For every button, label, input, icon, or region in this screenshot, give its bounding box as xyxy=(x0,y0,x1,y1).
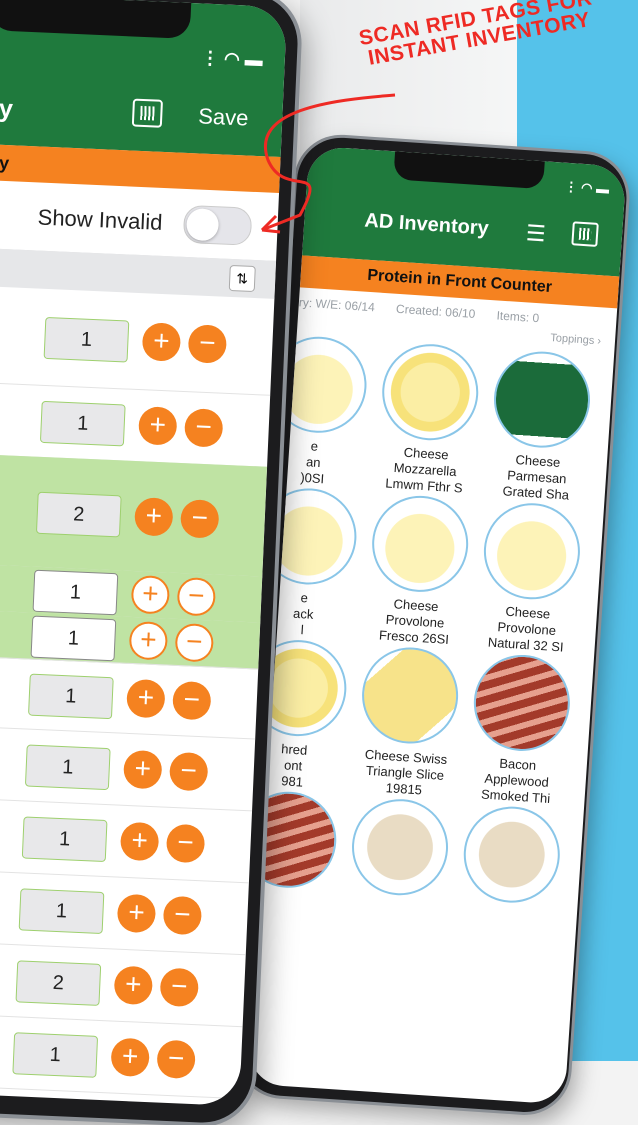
product-image xyxy=(359,644,462,747)
inventory-row: ridge1+− xyxy=(0,723,256,812)
inventory-row: ridge1+− xyxy=(0,795,253,884)
barcode-scan-icon[interactable] xyxy=(131,98,163,128)
product-image xyxy=(460,803,563,906)
phone-front-screen: ⋮ ◠ ▬ entory Save entory Show Invalid ⇅ … xyxy=(0,0,288,1107)
decrement-button[interactable]: − xyxy=(183,408,224,448)
decrement-button[interactable]: − xyxy=(174,622,215,663)
quantity-field[interactable]: 1 xyxy=(24,744,111,791)
increment-button[interactable]: + xyxy=(141,322,182,362)
product-name xyxy=(453,905,563,912)
product-image xyxy=(490,348,594,451)
show-invalid-row: Show Invalid xyxy=(0,178,280,262)
notch xyxy=(0,0,192,39)
increment-button[interactable]: + xyxy=(113,965,154,1006)
quantity-field[interactable]: 1 xyxy=(43,316,130,363)
save-button[interactable]: Save xyxy=(198,103,249,131)
status-icons: ⋮ ◠ ▬ xyxy=(564,178,610,197)
increment-button[interactable]: + xyxy=(126,678,166,719)
product-name: Cheese Provolone Fresco 26SI xyxy=(378,596,450,647)
product-tile[interactable]: Cheese Parmesan Grated Sha xyxy=(480,348,600,505)
decrement-button[interactable]: − xyxy=(156,1039,196,1080)
quantity-field[interactable]: 2 xyxy=(35,491,122,538)
status-icons: ⋮ ◠ ▬ xyxy=(200,47,264,71)
increment-button[interactable]: + xyxy=(128,620,169,661)
list-icon[interactable]: ☰ xyxy=(525,220,546,247)
show-invalid-toggle[interactable] xyxy=(182,204,253,246)
quantity-field[interactable]: 1 xyxy=(12,1032,99,1078)
sort-icon[interactable]: ⇅ xyxy=(228,264,256,293)
decrement-button[interactable]: − xyxy=(179,499,220,539)
quantity-field[interactable]: 1 xyxy=(32,569,119,616)
decrement-button[interactable]: − xyxy=(187,324,228,364)
decrement-button[interactable]: − xyxy=(176,576,217,617)
inventory-row: ridge1+− xyxy=(0,380,271,468)
show-invalid-label: Show Invalid xyxy=(37,204,163,235)
product-name xyxy=(342,897,452,904)
product-name: Cheese Swiss Triangle Slice 19815 xyxy=(364,746,448,798)
product-tile[interactable]: Bacon Applewood Smoked Thi xyxy=(460,651,580,808)
product-image xyxy=(470,651,573,755)
increment-button[interactable]: + xyxy=(110,1037,150,1078)
product-image xyxy=(379,341,482,444)
inventory-row: ridge1+− xyxy=(0,1011,243,1100)
inventory-row: ridge1+− xyxy=(0,867,249,956)
decrement-button[interactable]: − xyxy=(162,895,203,936)
inventory-row: ksridge1+− xyxy=(0,653,259,740)
increment-button[interactable]: + xyxy=(130,574,171,615)
page-title: AD Inventory xyxy=(363,209,490,240)
product-tile[interactable]: Cheese Provolone Natural 32 SI xyxy=(470,500,590,657)
inventory-row: nridge1+− xyxy=(0,284,275,396)
product-image xyxy=(480,500,583,603)
product-name: Cheese Parmesan Grated Sha xyxy=(502,452,570,503)
phone-back: ⋮ ◠ ▬ AD Inventory ☰ Protein in Front Co… xyxy=(236,135,638,1115)
inventory-row: ridge2+− xyxy=(0,939,246,1028)
decrement-button[interactable]: − xyxy=(168,751,209,792)
app-header: ⋮ ◠ ▬ AD Inventory ☰ xyxy=(302,145,627,277)
quantity-field[interactable]: 1 xyxy=(18,888,105,934)
phone-front-frame: ⋮ ◠ ▬ entory Save entory Show Invalid ⇅ … xyxy=(0,0,300,1125)
created-label: Created: 06/10 xyxy=(395,301,476,321)
phone-back-frame: ⋮ ◠ ▬ AD Inventory ☰ Protein in Front Co… xyxy=(236,135,630,1115)
product-name: Bacon Applewood Smoked Thi xyxy=(480,755,551,807)
quantity-field[interactable]: 1 xyxy=(39,400,126,447)
product-tile[interactable] xyxy=(453,803,570,912)
increment-button[interactable]: + xyxy=(122,749,163,790)
barcode-scan-icon[interactable] xyxy=(571,221,599,247)
category-label: ry: W/E: 06/14 xyxy=(298,295,376,315)
increment-button[interactable]: + xyxy=(119,821,160,862)
next-category-link[interactable]: Toppings › xyxy=(550,332,601,347)
decrement-button[interactable]: − xyxy=(165,823,206,864)
increment-button[interactable]: + xyxy=(137,406,178,446)
product-name: Cheese Provolone Natural 32 SI xyxy=(487,603,565,655)
product-image xyxy=(369,492,472,595)
phone-back-screen: ⋮ ◠ ▬ AD Inventory ☰ Protein in Front Co… xyxy=(247,145,627,1105)
quantity-field[interactable]: 1 xyxy=(28,673,114,720)
product-image xyxy=(348,796,452,899)
increment-button[interactable]: + xyxy=(116,893,157,934)
product-tile[interactable] xyxy=(342,796,459,905)
decrement-button[interactable]: − xyxy=(171,680,212,721)
quantity-field[interactable]: 2 xyxy=(15,960,102,1006)
product-tile[interactable]: Cheese Swiss Triangle Slice 19815 xyxy=(348,644,468,801)
quantity-field[interactable]: 1 xyxy=(21,816,108,863)
items-count: Items: 0 xyxy=(496,308,540,326)
increment-button[interactable]: + xyxy=(133,497,174,537)
quantity-field[interactable]: 1 xyxy=(30,615,117,662)
inventory-row: ridge2+− xyxy=(0,452,268,578)
product-name: Cheese Mozzarella Lmwm Fthr S xyxy=(384,444,464,496)
product-tile[interactable]: Cheese Provolone Fresco 26SI xyxy=(359,492,479,649)
decrement-button[interactable]: − xyxy=(159,967,200,1008)
app-header: ⋮ ◠ ▬ entory Save xyxy=(0,0,288,158)
page-title: entory xyxy=(0,91,14,124)
notch xyxy=(393,151,545,190)
phone-front: ⋮ ◠ ▬ entory Save entory Show Invalid ⇅ … xyxy=(0,0,308,1125)
product-tile[interactable]: Cheese Mozzarella Lmwm Fthr S xyxy=(369,341,489,498)
